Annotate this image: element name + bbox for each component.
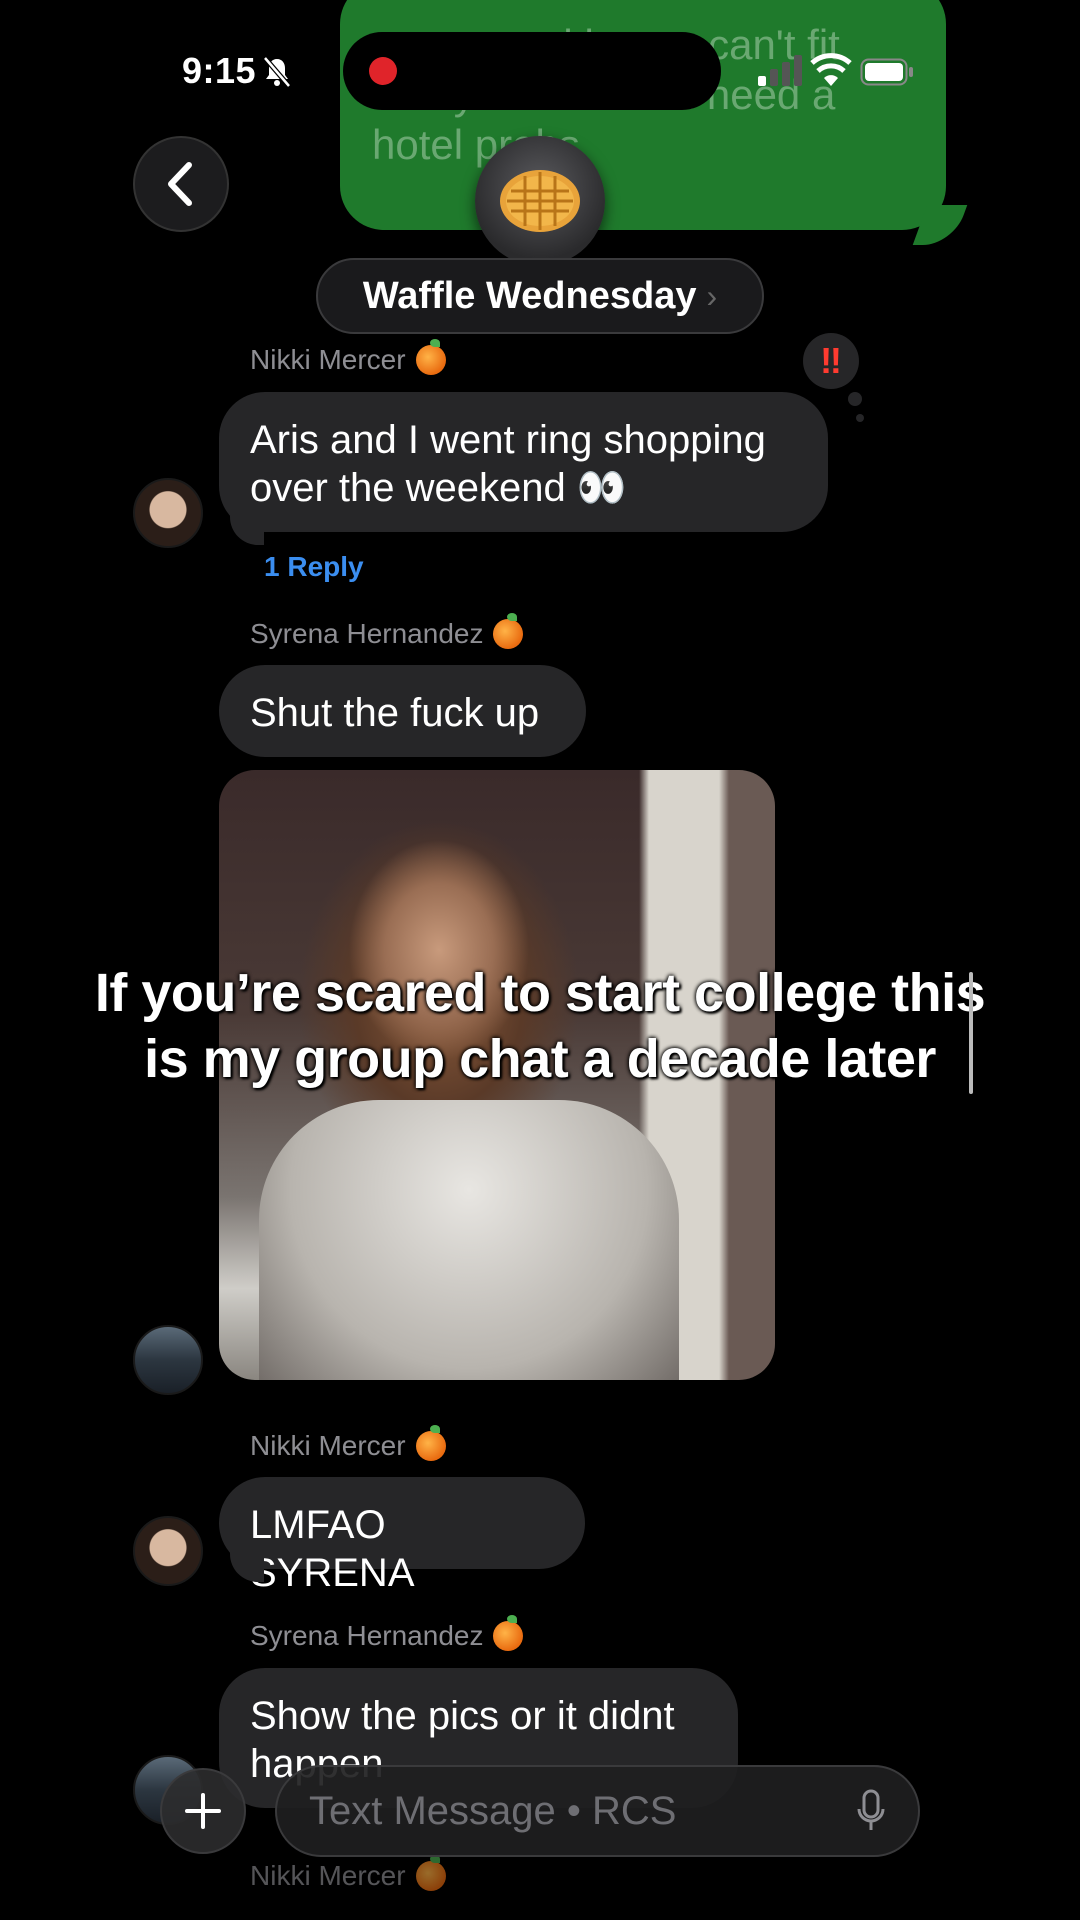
peach-emoji-icon <box>493 1615 524 1651</box>
sender-name: Nikki Mercer <box>250 1855 446 1892</box>
thread-reply-link[interactable]: 1 Reply <box>264 551 364 583</box>
gif-figure <box>259 1100 679 1380</box>
chevron-left-icon <box>168 162 192 206</box>
peach-emoji-icon <box>493 613 524 649</box>
double-exclamation-icon: ‼ <box>820 340 842 381</box>
sender-name-text: Nikki Mercer <box>250 1860 406 1891</box>
battery-icon <box>860 58 913 86</box>
avatar[interactable] <box>133 478 203 548</box>
sender-name: Nikki Mercer <box>250 339 446 376</box>
bell-slash-icon <box>263 56 291 88</box>
group-avatar[interactable] <box>475 136 605 266</box>
message-text: Aris and I went ring shopping over the w… <box>250 418 766 510</box>
sender-name: Syrena Hernandez <box>250 1615 524 1652</box>
peach-emoji-icon <box>415 339 446 375</box>
emphasis-reaction-badge[interactable]: ‼ <box>803 333 859 389</box>
text-cursor <box>969 972 973 1094</box>
avatar[interactable] <box>133 1516 203 1586</box>
caption-line-2: is my group chat a decade later <box>144 1029 936 1089</box>
sender-name-text: Nikki Mercer <box>250 1430 406 1461</box>
message-text: LMFAO SYRENA <box>250 1503 415 1595</box>
message-text: Shut the fuck up <box>250 691 540 735</box>
back-button[interactable] <box>133 136 229 232</box>
waffle-icon <box>500 170 580 232</box>
cellular-signal-icon <box>758 55 802 86</box>
sender-name: Nikki Mercer <box>250 1425 446 1462</box>
group-name: Waffle Wednesday <box>362 274 697 317</box>
message-bubble[interactable]: Aris and I went ring shopping over the w… <box>219 392 828 532</box>
sender-name-text: Nikki Mercer <box>250 344 406 375</box>
bubble-tail <box>230 1552 264 1582</box>
caption-line-1: If you’re scared to start college this <box>94 963 986 1023</box>
avatar[interactable] <box>133 1325 203 1395</box>
dynamic-island <box>343 32 721 110</box>
sender-name-text: Syrena Hernandez <box>250 618 484 649</box>
wifi-icon <box>810 53 852 86</box>
message-input[interactable] <box>309 1788 856 1834</box>
reaction-tail-dot <box>856 414 864 422</box>
video-caption: If you’re scared to start college this i… <box>60 960 1020 1092</box>
microphone-icon[interactable] <box>856 1789 886 1833</box>
sender-name: Syrena Hernandez <box>250 613 524 650</box>
status-time: 9:15 <box>182 50 257 91</box>
chevron-right-icon: › <box>706 277 718 314</box>
message-bubble[interactable]: Shut the fuck up <box>219 665 586 757</box>
message-bubble[interactable]: LMFAO SYRENA <box>219 1477 585 1595</box>
peach-emoji-icon <box>415 1855 446 1891</box>
recording-indicator-icon <box>369 57 397 85</box>
message-input-container[interactable] <box>275 1765 920 1857</box>
group-name-button[interactable]: Waffle Wednesday › <box>316 258 764 334</box>
bubble-tail <box>230 515 264 545</box>
reaction-tail-dot <box>848 392 862 406</box>
peach-emoji-icon <box>415 1425 446 1461</box>
sender-name-text: Syrena Hernandez <box>250 1620 484 1651</box>
add-attachment-button[interactable] <box>160 1768 246 1854</box>
plus-icon <box>185 1793 221 1829</box>
